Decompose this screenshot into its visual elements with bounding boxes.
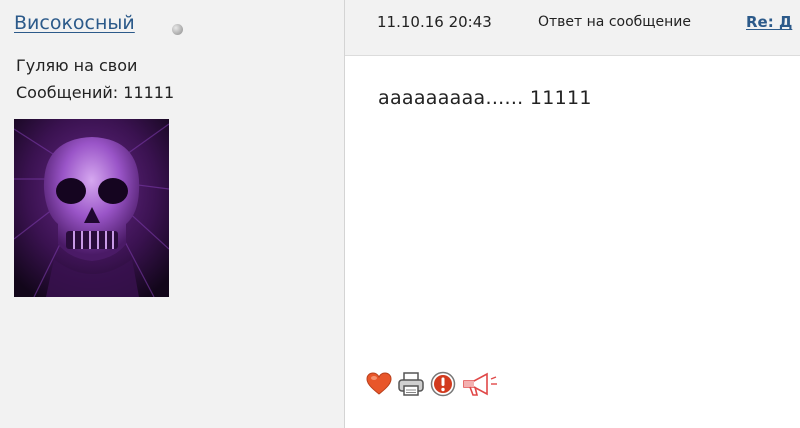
reply-subject-link[interactable]: Re: Д	[746, 13, 792, 31]
megaphone-icon	[463, 372, 497, 396]
forum-post: Високосный Гуляю на свои Сообщений: 1111…	[0, 0, 800, 428]
skull-avatar-icon	[14, 119, 169, 297]
print-button[interactable]	[397, 371, 425, 397]
report-button[interactable]	[430, 371, 458, 397]
author-post-count: Сообщений: 11111	[16, 83, 175, 102]
post-datetime: 11.10.16 20:43	[377, 13, 492, 31]
like-button[interactable]	[366, 371, 394, 397]
reply-to-label: Ответ на сообщение	[538, 14, 691, 30]
printer-icon	[398, 372, 424, 396]
announce-button[interactable]	[461, 371, 497, 397]
author-sidebar: Високосный Гуляю на свои Сообщений: 1111…	[0, 0, 345, 428]
report-icon	[430, 371, 456, 397]
author-username-link[interactable]: Високосный	[14, 12, 135, 34]
offline-status-icon	[172, 24, 183, 35]
author-avatar[interactable]	[14, 119, 169, 297]
author-title: Гуляю на свои	[16, 56, 138, 75]
post-header: 11.10.16 20:43 Ответ на сообщение Re: Д	[345, 0, 800, 56]
heart-icon	[366, 372, 392, 395]
post-body-text: ааааааааа...... 11111	[378, 87, 592, 109]
